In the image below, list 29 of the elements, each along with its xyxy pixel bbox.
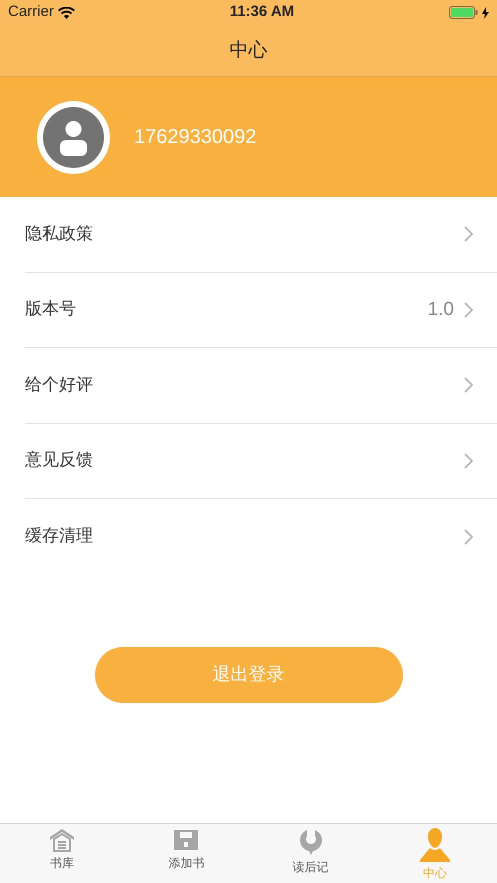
chevron-icon bbox=[464, 226, 473, 242]
menu-item[interactable]: 版本号 1.0 bbox=[25, 272, 497, 348]
menu-label: 缓存清理 bbox=[25, 525, 94, 548]
phone-number: 17629330092 bbox=[134, 125, 256, 150]
house-icon bbox=[49, 828, 76, 852]
clock-text: 11:36 AM bbox=[230, 2, 294, 22]
menu-label: 意见反馈 bbox=[25, 449, 94, 472]
chevron-icon bbox=[464, 377, 473, 394]
chevron-icon bbox=[464, 528, 473, 545]
tab-bar-item[interactable]: 书库 bbox=[0, 824, 124, 883]
tab-bar-item[interactable]: 读后记 bbox=[248, 824, 373, 883]
menu-item[interactable]: 缓存清理 bbox=[25, 499, 497, 574]
menu-label: 给个好评 bbox=[25, 374, 94, 396]
pen-nib-icon bbox=[298, 828, 324, 856]
version-value: 1.0 bbox=[428, 298, 454, 322]
chevron-icon bbox=[464, 302, 473, 318]
menu-item[interactable]: 隐私政策 bbox=[25, 197, 497, 272]
menu-item[interactable]: 给个好评 bbox=[25, 348, 497, 424]
person-icon bbox=[420, 828, 450, 862]
menu-label: 版本号 bbox=[25, 298, 77, 321]
menu-label: 隐私政策 bbox=[25, 222, 94, 246]
page-title: 中心 bbox=[230, 38, 268, 64]
wifi-icon bbox=[58, 6, 75, 18]
carrier-text: Carrier bbox=[8, 2, 54, 22]
battery-icon bbox=[449, 6, 478, 19]
tab-bar-item[interactable]: 添加书 bbox=[124, 824, 248, 883]
charging-icon bbox=[482, 6, 490, 18]
menu-item[interactable]: 意见反馈 bbox=[25, 424, 497, 499]
chevron-icon bbox=[464, 452, 473, 469]
